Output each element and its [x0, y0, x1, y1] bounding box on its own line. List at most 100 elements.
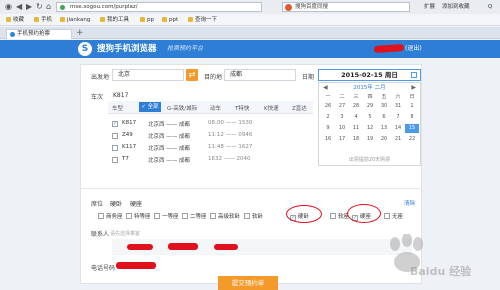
seat-label-text: 特等座	[134, 214, 151, 220]
seat-checkbox[interactable]	[126, 213, 132, 219]
filter-all-button[interactable]: ✓ 全部	[139, 102, 161, 112]
calendar-popup: ◀ 2015年 二月 ▶ 一二三四五六日 26 27 28 29 30 31 1 2 3 4 5 6 7 8…	[318, 82, 421, 166]
seat-checkbox[interactable]	[210, 213, 216, 219]
calendar-day[interactable]: 29	[363, 102, 377, 111]
seat-option[interactable]: 无座	[384, 212, 403, 220]
address-bar[interactable]: mse.sogou.com/purplaz/	[56, 2, 262, 12]
calendar-month-title: 2015年 二月	[353, 85, 386, 91]
filter-tekuai[interactable]: T特快	[235, 104, 249, 112]
train-route: 北京西 —— 成都	[148, 122, 190, 128]
filter-gaotie[interactable]: G-高铁/城际	[167, 104, 197, 112]
bookmark-item[interactable]: pp	[140, 14, 154, 26]
home-icon[interactable]: ⌂	[46, 0, 51, 14]
annotation-circle	[286, 205, 322, 223]
calendar-day[interactable]: 22	[405, 135, 419, 144]
seat-option[interactable]: 高级软卧	[210, 212, 240, 220]
swap-stations-icon[interactable]: ⇄	[186, 69, 198, 81]
calendar-day[interactable]: 19	[363, 135, 377, 144]
bookmark-item[interactable]: 查询一下	[188, 14, 217, 26]
menu-button[interactable]: Q	[488, 0, 492, 14]
clear-link[interactable]: 清除	[404, 199, 415, 207]
favorites-button[interactable]: 添加到收藏	[442, 0, 470, 14]
seat-option[interactable]: 二等座	[182, 212, 207, 220]
filter-kuaisu[interactable]: K快速	[264, 104, 279, 112]
seat-option[interactable]: 软卧	[244, 212, 263, 220]
calendar-day[interactable]: 28	[349, 102, 363, 111]
bookmark-item[interactable]: 收藏	[6, 14, 24, 26]
filter-dongche[interactable]: 动车	[210, 104, 221, 112]
calendar-day[interactable]: 11	[349, 124, 363, 133]
date-picker-field[interactable]: 2015-02-15 周日	[318, 69, 421, 81]
seat-checkbox[interactable]	[330, 213, 336, 219]
next-month-icon[interactable]: ▶	[411, 84, 416, 92]
baidu-paw-watermark-icon	[390, 234, 423, 272]
seat-checkbox[interactable]	[244, 213, 250, 219]
calendar-day[interactable]: 4	[349, 113, 363, 122]
train-checkbox[interactable]	[112, 157, 118, 163]
calendar-day[interactable]: 5	[363, 113, 377, 122]
seat-checkbox[interactable]	[182, 213, 188, 219]
calendar-day[interactable]: 13	[377, 124, 391, 133]
calendar-day[interactable]: 8	[405, 113, 419, 122]
tab-title: 手机预约抢票	[17, 31, 51, 37]
submit-button[interactable]: 提交预约单	[218, 276, 278, 290]
train-checkbox[interactable]	[112, 145, 118, 151]
calendar-day[interactable]: 17	[335, 135, 349, 144]
contact-label: 联系人	[91, 231, 110, 238]
calendar-icon[interactable]	[411, 72, 417, 78]
calendar-day[interactable]: 16	[321, 135, 335, 144]
calendar-day[interactable]: 21	[391, 135, 405, 144]
seat-checkbox[interactable]	[384, 213, 390, 219]
seat-checkbox[interactable]	[98, 213, 104, 219]
calendar-day[interactable]: 2	[321, 113, 335, 122]
search-box[interactable]: 搜狗百度同搜	[282, 2, 410, 12]
train-code: Z49	[122, 132, 133, 138]
bookmarks-bar: 收藏 手机 jiankang 我的工具 pp ppt 查询一下	[0, 14, 500, 26]
from-input[interactable]: 北京	[112, 69, 184, 81]
tab-active[interactable]: 手机预约抢票	[6, 29, 72, 39]
calendar-day[interactable]: 1	[405, 102, 419, 111]
calendar-day[interactable]: 14	[391, 124, 405, 133]
calendar-day[interactable]: 26	[321, 102, 335, 111]
extensions-button[interactable]: 扩展	[424, 0, 435, 14]
seat-option[interactable]: 商务座	[98, 212, 123, 220]
refresh-icon[interactable]: ↻	[36, 0, 43, 14]
calendar-day[interactable]: 15	[405, 124, 419, 133]
new-tab-button[interactable]: +	[76, 28, 84, 38]
train-time: 1632 —— 2040	[208, 156, 251, 162]
calendar-day[interactable]: 18	[349, 135, 363, 144]
brand-slogan: 抢票预约平台	[167, 45, 204, 52]
forward-icon[interactable]: ▶	[26, 0, 32, 14]
calendar-day[interactable]: 12	[363, 124, 377, 133]
redacted-passenger	[214, 244, 238, 250]
calendar-day[interactable]: 20	[377, 135, 391, 144]
search-text: 搜狗百度同搜	[295, 4, 329, 10]
logout-link[interactable]: (退出)	[405, 40, 422, 58]
filter-zhida[interactable]: Z直达	[292, 104, 307, 112]
calendar-day[interactable]: 10	[335, 124, 349, 133]
seat-checkbox[interactable]	[154, 213, 160, 219]
calendar-day[interactable]: 30	[377, 102, 391, 111]
train-code-value: K817	[113, 92, 129, 99]
bookmark-item[interactable]: jiankang	[60, 14, 90, 26]
bookmark-item[interactable]: ppt	[162, 14, 178, 26]
calendar-day[interactable]: 3	[335, 113, 349, 122]
tab-favicon-icon	[10, 32, 15, 37]
calendar-day[interactable]: 27	[335, 102, 349, 111]
calendar-day[interactable]: 6	[377, 113, 391, 122]
back-icon[interactable]: ◀	[16, 0, 22, 14]
contact-hint: 请先选择乘客	[110, 231, 141, 237]
train-checkbox[interactable]	[112, 133, 118, 139]
bookmark-item[interactable]: 我的工具	[100, 14, 129, 26]
calendar-day[interactable]: 9	[321, 124, 335, 133]
calendar-day[interactable]: 31	[391, 102, 405, 111]
seat-option[interactable]: 特等座	[126, 212, 151, 220]
bookmark-item[interactable]: 手机	[34, 14, 52, 26]
train-time: 08:00 —— 1530	[208, 120, 253, 126]
seat-option[interactable]: 一等座	[154, 212, 179, 220]
train-checkbox[interactable]: ✓	[112, 121, 118, 127]
to-input[interactable]: 成都	[224, 69, 296, 81]
train-type-header: 车型	[112, 106, 124, 112]
passenger-list[interactable]	[112, 239, 412, 255]
calendar-day[interactable]: 7	[391, 113, 405, 122]
